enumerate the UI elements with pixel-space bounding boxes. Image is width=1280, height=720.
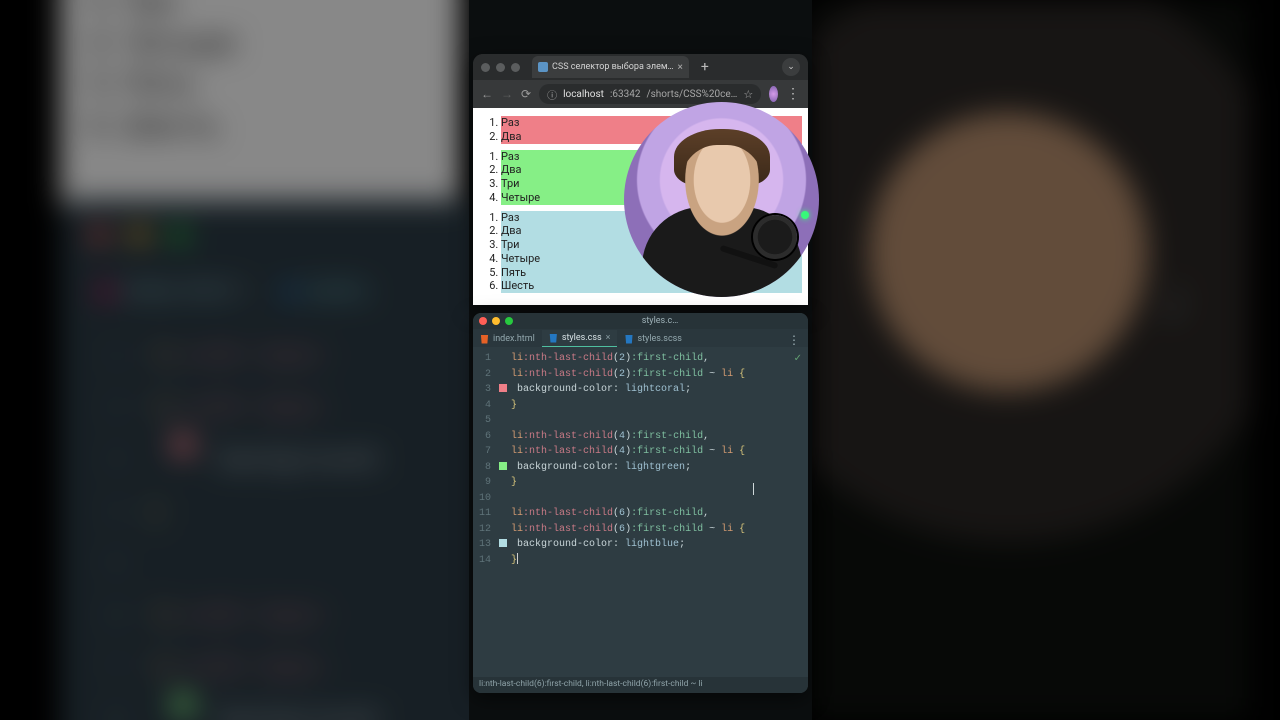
site-info-icon[interactable]: ⓘ <box>547 87 557 102</box>
minimize-dot-icon[interactable] <box>496 63 505 72</box>
code-line[interactable]: 9 } <box>473 475 808 491</box>
line-number: 9 <box>473 475 499 491</box>
line-number: 12 <box>473 522 499 538</box>
zoom-dot-icon[interactable] <box>511 63 520 72</box>
color-swatch-icon[interactable] <box>499 384 507 392</box>
file-icon <box>480 335 489 344</box>
bg-list-item: 6. Шесть <box>88 105 432 147</box>
code-line[interactable]: 13 background-color: lightblue; <box>473 537 808 553</box>
tabs-dropdown-icon[interactable]: ⌄ <box>782 58 800 76</box>
favicon-icon <box>538 62 548 72</box>
file-icon <box>624 335 633 344</box>
code-line[interactable]: 10 <box>473 491 808 507</box>
editor-filename: styles.c… <box>518 316 802 326</box>
line-number: 5 <box>473 413 499 429</box>
browser-tab[interactable]: CSS селектор выбора элем… × <box>532 56 689 78</box>
code-line[interactable]: 12 li:nth-last-child(6):first-child ~ li… <box>473 522 808 538</box>
color-swatch-icon[interactable] <box>499 539 507 547</box>
url-input[interactable]: ⓘ localhost:63342/shorts/CSS%20се… ☆ <box>539 84 761 104</box>
address-bar: ← → ⟳ ⓘ localhost:63342/shorts/CSS%20се…… <box>473 80 808 108</box>
line-number: 4 <box>473 398 499 414</box>
close-dot-icon[interactable] <box>481 63 490 72</box>
bg-list-item: 3. Три <box>88 0 432 22</box>
headset-icon <box>753 215 797 259</box>
bg-editor-tabs: ◆ index.html × ◆ styles. <box>96 276 374 304</box>
line-number: 3 <box>473 382 499 398</box>
profile-avatar-icon[interactable] <box>769 86 778 102</box>
code-line[interactable]: 2 li:nth-last-child(2):first-child ~ li … <box>473 367 808 383</box>
reload-icon[interactable]: ⟳ <box>521 87 531 101</box>
editor-tab-label: index.html <box>493 334 535 344</box>
code-line[interactable]: 3 background-color: lightcoral; <box>473 382 808 398</box>
code-line[interactable]: 1 li:nth-last-child(2):first-child, <box>473 351 808 367</box>
traffic-lights <box>481 63 520 72</box>
editor-tab[interactable]: styles.css × <box>542 330 618 347</box>
line-number: 1 <box>473 351 499 367</box>
line-number: 7 <box>473 444 499 460</box>
code-area[interactable]: 1 li:nth-last-child(2):first-child, 2 li… <box>473 347 808 568</box>
line-number: 14 <box>473 553 499 569</box>
bg-webcam-large <box>810 0 1250 720</box>
line-number: 6 <box>473 429 499 445</box>
close-tab-icon[interactable]: × <box>606 333 611 343</box>
browser-tabstrip: CSS селектор выбора элем… × + ⌄ <box>473 54 808 80</box>
bg-check-icon: ✓ <box>1162 290 1191 330</box>
editor-tab-label: styles.scss <box>637 334 681 344</box>
code-line[interactable]: 5 <box>473 413 808 429</box>
editor-tabs: index.html styles.css × styles.scss ⋮ <box>473 329 808 347</box>
editor-window: styles.c… index.html styles.css × styles… <box>473 313 808 693</box>
bg-traffic-lights <box>90 226 206 248</box>
phone-frame: CSS селектор выбора элем… × + ⌄ ← → ⟳ ⓘ … <box>469 0 812 720</box>
close-tab-icon[interactable]: × <box>678 62 683 73</box>
forward-icon[interactable]: → <box>501 87 513 101</box>
editor-tab-label: styles.css <box>562 333 602 343</box>
code-line[interactable]: 7 li:nth-last-child(4):first-child ~ li … <box>473 444 808 460</box>
line-number: 2 <box>473 367 499 383</box>
code-line[interactable]: 8 background-color: lightgreen; <box>473 460 808 476</box>
tab-title: CSS селектор выбора элем… <box>552 62 674 72</box>
line-number: 10 <box>473 491 499 507</box>
url-host: localhost <box>563 89 604 100</box>
bg-list-item: 4. Четыре <box>88 22 432 64</box>
webcam-overlay <box>624 102 819 297</box>
code-line[interactable]: 6 li:nth-last-child(4):first-child, <box>473 429 808 445</box>
inspection-ok-icon[interactable]: ✓ <box>794 353 802 364</box>
editor-more-icon[interactable]: ⋮ <box>780 333 808 347</box>
editor-tab[interactable]: styles.scss <box>617 331 688 347</box>
back-icon[interactable]: ← <box>481 87 493 101</box>
bg-code: 1li:nth-last-2li:nth-last-3 background-4… <box>100 330 390 720</box>
color-swatch-icon[interactable] <box>499 462 507 470</box>
bookmark-icon[interactable]: ☆ <box>743 88 753 101</box>
text-caret-icon <box>753 483 754 495</box>
line-number: 8 <box>473 460 499 476</box>
line-number: 13 <box>473 537 499 553</box>
bg-list-card: 3. Три4. Четыре5. Пять6. Шесть <box>60 0 460 220</box>
bg-list-item: 5. Пять <box>88 63 432 105</box>
editor-tab[interactable]: index.html <box>473 331 542 347</box>
line-number: 11 <box>473 506 499 522</box>
close-dot-icon[interactable] <box>479 317 487 325</box>
code-line[interactable]: 11 li:nth-last-child(6):first-child, <box>473 506 808 522</box>
minimize-dot-icon[interactable] <box>492 317 500 325</box>
new-tab-button[interactable]: + <box>695 59 715 75</box>
breadcrumb[interactable]: li:nth-last-child(6):first-child, li:nth… <box>473 677 808 693</box>
zoom-dot-icon[interactable] <box>505 317 513 325</box>
code-line[interactable]: 14 } <box>473 553 808 569</box>
file-icon <box>549 334 558 343</box>
editor-titlebar: styles.c… <box>473 313 808 329</box>
code-line[interactable]: 4 } <box>473 398 808 414</box>
browser-menu-icon[interactable]: ⋮ <box>786 86 800 102</box>
